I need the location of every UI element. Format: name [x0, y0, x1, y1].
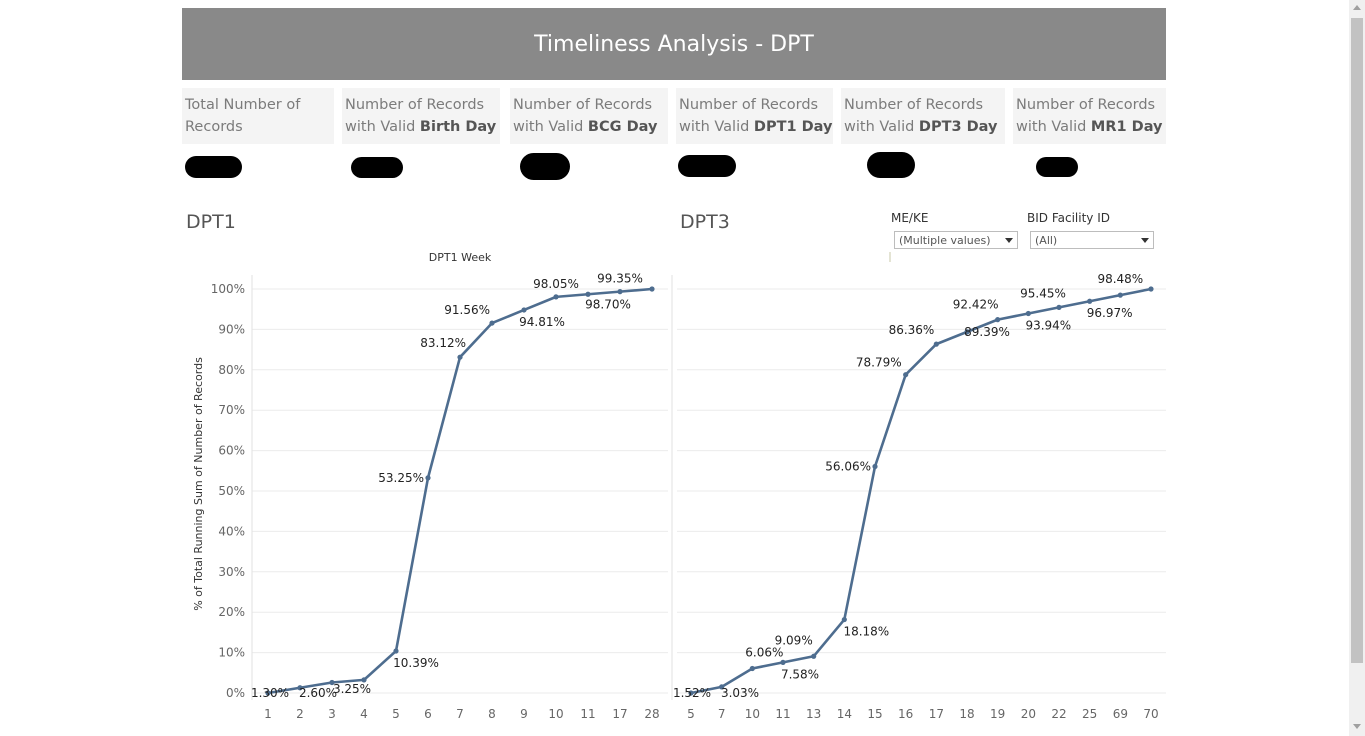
data-label: 91.56% — [444, 303, 490, 317]
x-tick-label: 3 — [328, 707, 336, 721]
x-tick-label: 9 — [520, 707, 528, 721]
data-point — [1148, 286, 1154, 292]
data-label: 3.25% — [333, 682, 371, 696]
x-tick-label: 10 — [548, 707, 563, 721]
x-tick-label: 17 — [929, 707, 944, 721]
data-point — [425, 475, 431, 481]
x-tick-label: 7 — [456, 707, 464, 721]
data-label: 53.25% — [378, 471, 424, 485]
vertical-scrollbar[interactable] — [1349, 0, 1365, 736]
x-tick-label: 13 — [806, 707, 821, 721]
data-label: 3.03% — [721, 686, 759, 700]
data-label: 96.97% — [1087, 306, 1133, 320]
data-point — [995, 317, 1001, 323]
y-tick-label: 10% — [218, 646, 245, 660]
data-label: 93.94% — [1025, 318, 1071, 332]
data-label: 94.81% — [519, 315, 565, 329]
data-label: 99.35% — [597, 272, 643, 286]
data-label: 98.48% — [1097, 272, 1143, 286]
x-tick-label: 19 — [990, 707, 1005, 721]
x-tick-label: 17 — [612, 707, 627, 721]
x-tick-label: 8 — [488, 707, 496, 721]
y-tick-label: 90% — [218, 322, 245, 336]
x-tick-label: 25 — [1082, 707, 1097, 721]
x-tick-label: 4 — [360, 707, 368, 721]
x-tick-label: 15 — [867, 707, 882, 721]
data-point — [841, 616, 847, 623]
y-axis-title: % of Total Running Sum of Number of Reco… — [192, 357, 205, 611]
x-axis-title: DPT1 Week — [429, 251, 492, 264]
scroll-up-icon[interactable] — [1353, 5, 1361, 10]
data-point — [749, 665, 755, 672]
y-tick-label: 0% — [226, 686, 245, 700]
scroll-thumb[interactable] — [1351, 18, 1363, 663]
y-tick-label: 80% — [218, 363, 245, 377]
x-tick-label: 18 — [959, 707, 974, 721]
y-tick-label: 40% — [218, 524, 245, 538]
data-label: 18.18% — [843, 625, 889, 639]
data-label: 6.06% — [745, 646, 783, 660]
y-tick-label: 30% — [218, 565, 245, 579]
data-label: 1.52% — [673, 686, 711, 700]
data-label: 1.30% — [251, 686, 289, 700]
y-tick-label: 100% — [211, 282, 245, 296]
x-tick-label: 16 — [898, 707, 913, 721]
x-tick-label: 7 — [718, 707, 726, 721]
x-tick-label: 11 — [580, 707, 595, 721]
x-tick-label: 14 — [837, 707, 852, 721]
data-point — [1025, 310, 1031, 317]
data-point — [933, 341, 939, 347]
data-point — [1087, 298, 1093, 304]
y-tick-label: 60% — [218, 444, 245, 458]
x-tick-label: 5 — [687, 707, 695, 721]
data-point — [1117, 292, 1123, 298]
data-label: 83.12% — [420, 336, 466, 350]
x-tick-label: 22 — [1051, 707, 1066, 721]
x-tick-label: 10 — [745, 707, 760, 721]
data-label: 92.42% — [953, 298, 999, 312]
scroll-down-icon[interactable] — [1353, 724, 1361, 729]
charts-svg: 0% 10% 20% 30% 40% 50% 60% 70% 80% 90% 100% % of To… — [192, 251, 1166, 721]
data-point — [393, 648, 399, 654]
data-label: 98.70% — [585, 297, 631, 311]
x-tick-label: 2 — [296, 707, 304, 721]
data-point — [553, 294, 559, 300]
data-label: 89.39% — [964, 325, 1010, 339]
data-label: 7.58% — [781, 667, 819, 681]
data-point — [649, 286, 655, 292]
data-point — [1056, 304, 1062, 310]
data-label: 10.39% — [393, 656, 439, 670]
data-point — [489, 320, 495, 326]
x-tick-label: 11 — [775, 707, 790, 721]
y-tick-label: 20% — [218, 605, 245, 619]
dashboard: Timeliness Analysis - DPT Total Number o… — [0, 0, 1349, 736]
data-label: 78.79% — [856, 356, 902, 370]
data-label: 98.05% — [533, 277, 579, 291]
data-label: 56.06% — [825, 460, 871, 474]
data-point — [780, 659, 786, 665]
data-point — [585, 291, 591, 297]
data-label: 9.09% — [775, 633, 813, 647]
data-point — [521, 307, 527, 313]
x-tick-label: 69 — [1113, 707, 1128, 721]
data-point — [457, 354, 463, 360]
x-tick-label: 1 — [264, 707, 272, 721]
y-tick-label: 50% — [218, 484, 245, 498]
y-tick-label: 70% — [218, 403, 245, 417]
data-point — [811, 653, 817, 659]
data-label: 95.45% — [1020, 286, 1066, 300]
x-tick-label: 20 — [1021, 707, 1036, 721]
x-tick-label: 28 — [644, 707, 659, 721]
data-point — [617, 289, 623, 295]
data-point — [903, 372, 909, 378]
x-tick-label: 6 — [424, 707, 432, 721]
data-point — [872, 463, 878, 470]
x-tick-label: 70 — [1143, 707, 1158, 721]
data-label: 2.60% — [299, 686, 337, 700]
x-tick-label: 5 — [392, 707, 400, 721]
data-label: 86.36% — [889, 323, 935, 337]
